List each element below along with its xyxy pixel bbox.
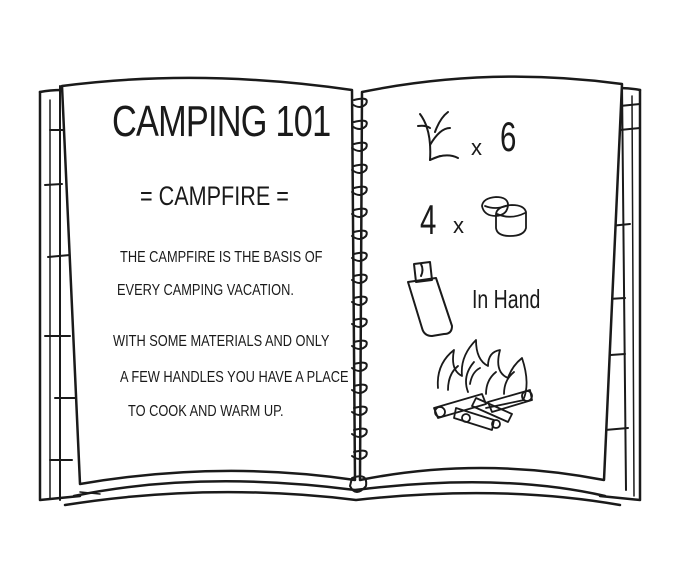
lighter-label: In Hand <box>472 284 541 314</box>
paragraph1-line2: every camping vacation. <box>117 282 294 299</box>
twig-quantity: 6 <box>500 113 517 160</box>
twig-multiplier: x <box>471 135 482 160</box>
paragraph1-line1: The campfire is the basis of <box>120 249 323 266</box>
paragraph2-line2: a few handles you have a place <box>120 369 349 386</box>
marshmallow-multiplier: x <box>453 213 464 238</box>
section-subtitle: = Campfire = <box>140 181 289 211</box>
page-title: Camping 101 <box>112 97 331 146</box>
paragraph2-line3: to cook and warm up. <box>128 403 284 420</box>
marshmallow-quantity: 4 <box>420 196 437 243</box>
book-illustration <box>38 75 642 507</box>
paragraph2-line1: With some materials and only <box>113 333 330 350</box>
